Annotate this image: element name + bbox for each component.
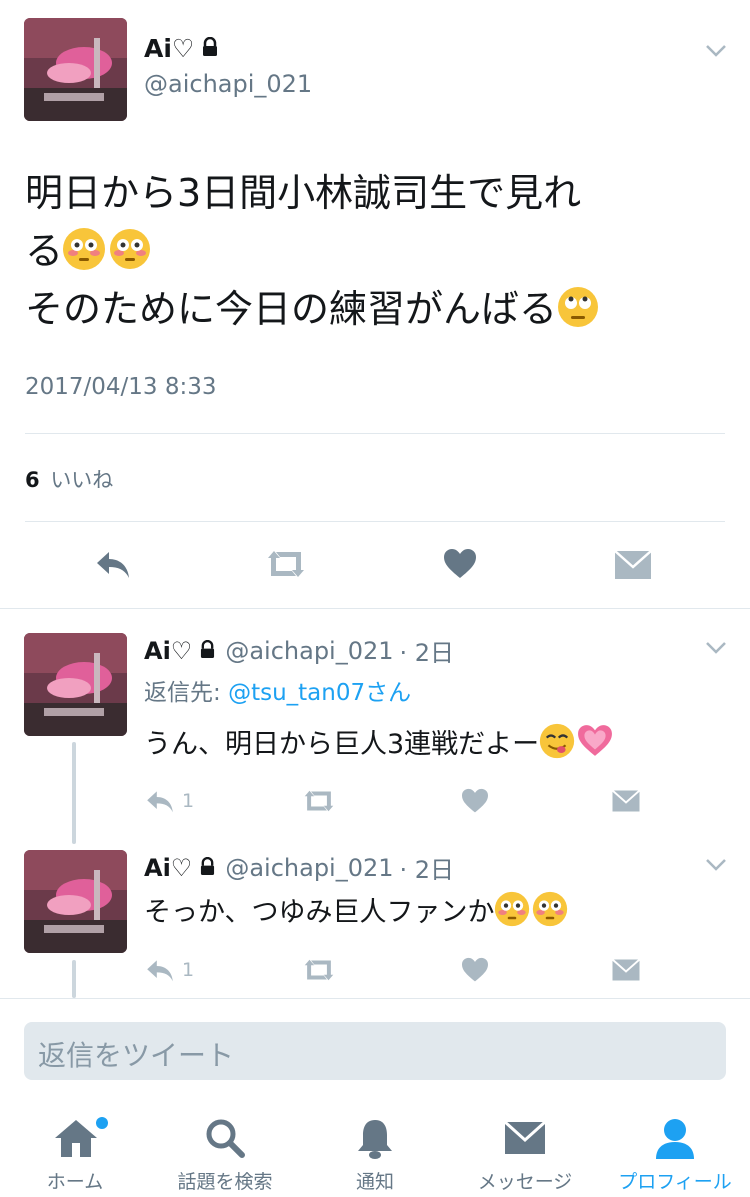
yum-emoji-icon bbox=[539, 723, 575, 759]
tab-home[interactable]: ホーム bbox=[0, 1105, 150, 1197]
tab-messages-label: メッセージ bbox=[477, 1171, 573, 1193]
message-icon[interactable] bbox=[611, 789, 641, 813]
display-name[interactable]: Ai♡ bbox=[144, 637, 192, 665]
likes-summary[interactable]: 6 いいね bbox=[25, 464, 113, 494]
tab-notifications-label: 通知 bbox=[355, 1171, 394, 1193]
likes-label: いいね bbox=[50, 468, 114, 492]
avatar[interactable] bbox=[24, 18, 127, 121]
flushed-emoji-icon bbox=[532, 891, 568, 927]
reply-icon bbox=[144, 957, 176, 983]
thread-line bbox=[72, 960, 76, 998]
divider bbox=[0, 998, 750, 999]
profile-icon bbox=[654, 1117, 696, 1161]
timestamp[interactable]: 2017/04/13 8:33 bbox=[25, 374, 217, 400]
display-name[interactable]: Ai♡ bbox=[144, 34, 194, 63]
tweet-text-line1: 明日から3日間小林誠司生で見れ bbox=[25, 171, 582, 215]
envelope-icon bbox=[504, 1121, 546, 1155]
message-icon[interactable] bbox=[611, 958, 641, 982]
tab-messages[interactable]: メッセージ bbox=[450, 1105, 600, 1197]
tab-profile-label: プロフィール bbox=[618, 1171, 732, 1193]
tweet-text-line2: る bbox=[25, 229, 64, 273]
handle[interactable]: @aichapi_021 bbox=[144, 70, 312, 98]
heart-icon[interactable] bbox=[461, 788, 489, 814]
heart-icon[interactable] bbox=[443, 548, 477, 580]
divider bbox=[25, 521, 725, 522]
reply-text: うん、明日から巨人3連戦だよー bbox=[144, 729, 540, 760]
home-icon bbox=[52, 1117, 100, 1159]
reply-count: 1 bbox=[182, 790, 195, 812]
reply-count: 1 bbox=[182, 959, 195, 981]
tab-search[interactable]: 話題を検索 bbox=[150, 1105, 300, 1197]
flushed-emoji-icon bbox=[109, 228, 151, 270]
divider bbox=[0, 608, 750, 609]
chevron-down-icon[interactable] bbox=[705, 858, 727, 872]
tweet-text: 明日から3日間小林誠司生で見れ る そのために今日の練習がんばる bbox=[25, 164, 725, 338]
display-name[interactable]: Ai♡ bbox=[144, 854, 192, 882]
flushed-emoji-icon bbox=[494, 891, 530, 927]
reply-input-placeholder: 返信をツイート bbox=[38, 1039, 235, 1072]
tweet-text-line3: そのために今日の練習がんばる bbox=[25, 287, 558, 331]
tab-notifications[interactable]: 通知 bbox=[300, 1105, 450, 1197]
reply-button[interactable]: 1 bbox=[144, 957, 194, 983]
avatar[interactable] bbox=[24, 633, 127, 736]
reply-to-label: 返信先: bbox=[144, 680, 229, 706]
retweet-icon[interactable] bbox=[262, 548, 310, 580]
search-icon bbox=[204, 1117, 246, 1159]
chevron-down-icon[interactable] bbox=[705, 641, 727, 655]
lock-icon bbox=[202, 34, 218, 63]
flushed-emoji-icon bbox=[63, 228, 106, 270]
reply-icon[interactable] bbox=[93, 548, 133, 580]
handle[interactable]: @aichapi_021 bbox=[225, 854, 393, 882]
reply-button[interactable]: 1 bbox=[144, 788, 194, 814]
tab-bar: ホーム 話題を検索 通知 メッセージ プロフィール bbox=[0, 1105, 750, 1197]
lock-icon bbox=[200, 637, 215, 665]
handle[interactable]: @aichapi_021 bbox=[225, 637, 393, 665]
message-icon[interactable] bbox=[614, 549, 652, 581]
reply-text: そっか、つゆみ巨人ファンか bbox=[144, 897, 495, 928]
notification-dot bbox=[96, 1117, 108, 1129]
likes-count: 6 bbox=[25, 468, 40, 492]
thread-line bbox=[72, 742, 76, 844]
reply-to-user-link[interactable]: @tsu_tan07さん bbox=[228, 680, 411, 706]
relative-time[interactable]: · 2日 bbox=[400, 633, 455, 668]
reply-icon bbox=[144, 788, 176, 814]
tab-search-label: 話題を検索 bbox=[177, 1171, 273, 1193]
retweet-icon[interactable] bbox=[300, 788, 338, 814]
avatar[interactable] bbox=[24, 850, 127, 953]
heart-emoji-icon bbox=[577, 723, 613, 759]
chevron-down-icon[interactable] bbox=[705, 44, 727, 58]
retweet-icon[interactable] bbox=[300, 957, 338, 983]
heart-icon[interactable] bbox=[461, 957, 489, 983]
bell-icon bbox=[355, 1117, 395, 1161]
reply-input[interactable]: 返信をツイート bbox=[24, 1022, 726, 1080]
tab-profile[interactable]: プロフィール bbox=[600, 1105, 750, 1197]
relative-time[interactable]: · 2日 bbox=[400, 850, 455, 885]
eye-roll-emoji-icon bbox=[557, 286, 599, 328]
divider bbox=[25, 433, 725, 434]
lock-icon bbox=[200, 854, 215, 882]
tab-home-label: ホーム bbox=[46, 1171, 104, 1193]
